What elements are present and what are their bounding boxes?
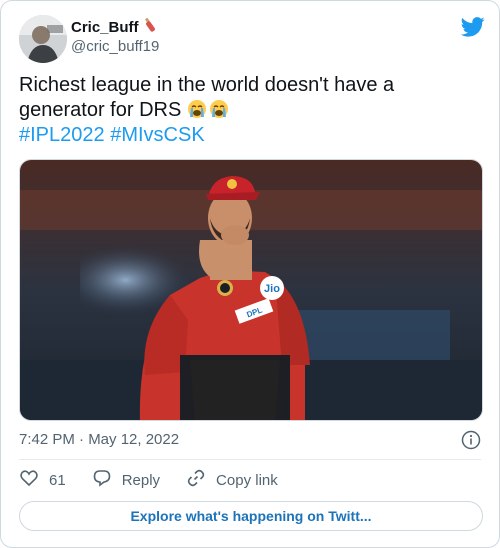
copy-link-button[interactable]: Copy link (186, 468, 278, 492)
jersey-sponsor-text: Jio (264, 283, 280, 295)
copy-link-label: Copy link (216, 471, 278, 489)
heart-icon (19, 468, 39, 492)
tweet-timestamp[interactable]: 7:42 PM · May 12, 2022 (19, 431, 179, 448)
link-icon (186, 468, 206, 492)
divider (19, 459, 481, 460)
avatar[interactable] (19, 15, 67, 63)
name-row: Cric_Buff (71, 17, 159, 38)
avatar-image (19, 15, 67, 63)
reply-icon (92, 468, 112, 492)
reply-label: Reply (121, 471, 161, 489)
reply-button[interactable]: Reply (92, 468, 160, 492)
tweet-card: Cric_Buff @cric_buff19 Richest league in… (0, 0, 500, 548)
cricket-bat-icon (143, 17, 159, 38)
like-button[interactable]: 61 (19, 468, 66, 492)
loudly-crying-face-icon (187, 99, 207, 119)
info-icon[interactable] (461, 430, 481, 450)
tweet-photo[interactable]: Jio DPL (19, 159, 483, 421)
like-count: 61 (49, 471, 66, 489)
hashtag-link[interactable]: #IPL2022 (19, 124, 105, 146)
user-handle[interactable]: @cric_buff19 (71, 38, 159, 55)
action-bar: 61 Reply Copy link (19, 469, 304, 491)
loudly-crying-face-icon (209, 99, 229, 119)
tweet-header: Cric_Buff @cric_buff19 (19, 15, 485, 65)
hashtag-link[interactable]: #MIvsCSK (110, 124, 204, 146)
photo-image: Jio DPL (20, 160, 482, 420)
display-name[interactable]: Cric_Buff (71, 19, 139, 36)
explore-button[interactable]: Explore what's happening on Twitt... (19, 501, 483, 531)
twitter-bird-icon[interactable] (460, 17, 485, 37)
tweet-text: Richest league in the world doesn't have… (19, 73, 485, 148)
